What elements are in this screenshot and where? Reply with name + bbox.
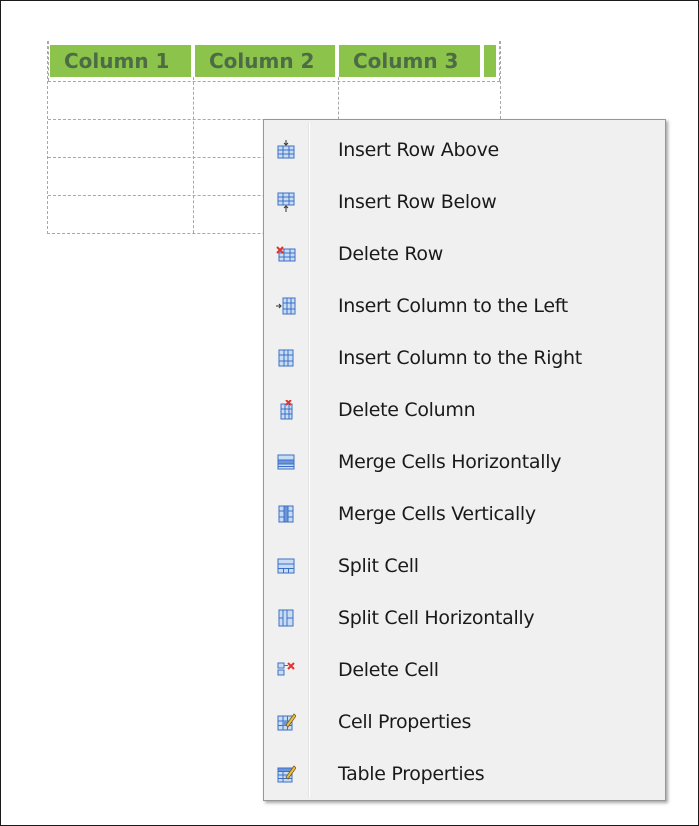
table-header-cell[interactable]: [484, 45, 496, 77]
menu-item-label: Table Properties: [338, 763, 485, 785]
insert-row-below-icon: [277, 192, 295, 212]
menu-item-label: Insert Row Above: [338, 139, 499, 161]
delete-row-icon: [276, 246, 296, 262]
context-menu: Insert Row Above Insert Row Below Delete…: [263, 119, 666, 801]
menu-item-insert-row-below[interactable]: Insert Row Below: [266, 177, 662, 227]
delete-cell-icon: [277, 662, 295, 676]
table-border-right: [499, 41, 500, 81]
menu-item-merge-cells-horizontally[interactable]: Merge Cells Horizontally: [266, 437, 662, 487]
editor-area[interactable]: Column 1 Column 2 Column 3 Insert Row Ab…: [0, 0, 699, 826]
menu-item-insert-column-left[interactable]: Insert Column to the Left: [266, 281, 662, 331]
insert-row-above-icon: [277, 140, 295, 159]
merge-cells-vertically-icon: [278, 505, 294, 523]
split-cell-horizontally-icon: [278, 609, 294, 627]
menu-item-merge-cells-vertically[interactable]: Merge Cells Vertically: [266, 489, 662, 539]
menu-item-label: Split Cell: [338, 555, 419, 577]
menu-item-label: Insert Column to the Left: [338, 295, 568, 317]
delete-column-icon: [280, 400, 293, 420]
menu-item-table-properties[interactable]: Table Properties: [266, 749, 662, 799]
menu-item-cell-properties[interactable]: Cell Properties: [266, 697, 662, 747]
menu-item-label: Merge Cells Horizontally: [338, 451, 562, 473]
table-header-cell[interactable]: Column 2: [195, 45, 335, 77]
table-header-cell[interactable]: Column 3: [339, 45, 480, 77]
menu-item-label: Merge Cells Vertically: [338, 503, 536, 525]
row-divider: [48, 81, 500, 82]
menu-item-label: Delete Cell: [338, 659, 439, 681]
menu-item-label: Delete Column: [338, 399, 476, 421]
insert-column-left-icon: [276, 297, 296, 315]
table-border-left: [48, 41, 49, 81]
menu-item-split-cell-horizontally[interactable]: Split Cell Horizontally: [266, 593, 662, 643]
split-cell-icon: [277, 558, 295, 574]
menu-item-insert-column-right[interactable]: Insert Column to the Right: [266, 333, 662, 383]
menu-item-label: Insert Row Below: [338, 191, 497, 213]
menu-item-insert-row-above[interactable]: Insert Row Above: [266, 125, 662, 175]
menu-item-delete-cell[interactable]: Delete Cell: [266, 645, 662, 695]
menu-item-label: Delete Row: [338, 243, 443, 265]
cell-properties-icon: [277, 713, 296, 731]
menu-item-label: Split Cell Horizontally: [338, 607, 535, 629]
table-properties-icon: [277, 765, 296, 783]
menu-item-delete-column[interactable]: Delete Column: [266, 385, 662, 435]
table-header-cell[interactable]: Column 1: [50, 45, 191, 77]
menu-item-delete-row[interactable]: Delete Row: [266, 229, 662, 279]
menu-item-label: Cell Properties: [338, 711, 472, 733]
menu-item-label: Insert Column to the Right: [338, 347, 582, 369]
menu-item-split-cell[interactable]: Split Cell: [266, 541, 662, 591]
insert-column-right-icon: [278, 349, 294, 367]
column-divider: [193, 77, 194, 233]
merge-cells-horizontally-icon: [277, 454, 295, 470]
